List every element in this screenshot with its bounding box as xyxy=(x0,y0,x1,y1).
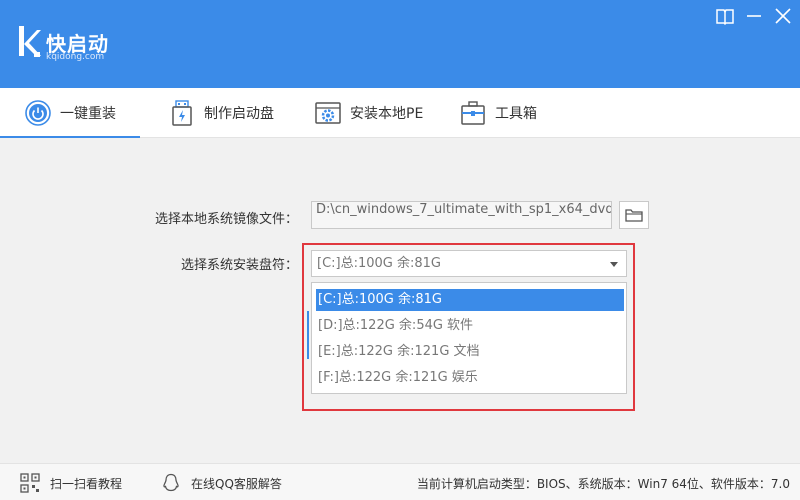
drive-option-d[interactable]: [D:]总:122G 余:54G 软件 xyxy=(316,315,624,337)
tab-label: 制作启动盘 xyxy=(204,106,274,122)
drive-letter-label: 选择系统安装盘符： xyxy=(180,258,298,273)
app-subtitle: kqidong.com xyxy=(46,52,105,62)
status-footer: 扫一扫看教程 在线QQ客服解答 当前计算机启动类型：BIOS、系统版本：Win7… xyxy=(0,463,800,500)
usb-drive-icon xyxy=(172,100,192,126)
focus-indicator xyxy=(307,311,309,359)
title-bar: 快启动 kqidong.com xyxy=(0,0,800,88)
drive-select-value: [C:]总:100G 余:81G xyxy=(317,256,441,271)
browse-folder-button[interactable] xyxy=(619,201,649,229)
scan-tutorial-label: 扫一扫看教程 xyxy=(50,476,123,491)
power-icon xyxy=(25,100,51,126)
skin-icon[interactable] xyxy=(714,5,736,27)
drive-option-c[interactable]: [C:]总:100G 余:81G xyxy=(316,289,624,311)
active-tab-indicator xyxy=(0,136,140,138)
qq-support-link[interactable]: 在线QQ客服解答 xyxy=(161,473,282,493)
toolbox-icon xyxy=(461,101,485,125)
qq-support-label: 在线QQ客服解答 xyxy=(191,476,282,491)
tab-make-boot-disk[interactable]: 制作启动盘 xyxy=(168,88,274,138)
tab-toolbox[interactable]: 工具箱 xyxy=(459,88,537,138)
pe-gear-icon xyxy=(315,102,341,124)
tab-label: 一键重装 xyxy=(60,106,116,122)
tab-bar: 一键重装 制作启动盘 安装本地PE 工具箱 xyxy=(0,88,800,138)
tab-label: 安装本地PE xyxy=(350,106,424,122)
drive-select[interactable]: [C:]总:100G 余:81G xyxy=(311,250,627,277)
app-logo: 快启动 kqidong.com xyxy=(18,26,148,66)
qq-penguin-icon xyxy=(163,473,179,492)
drive-options-list: [C:]总:100G 余:81G [D:]总:122G 余:54G 软件 [E:… xyxy=(311,282,627,394)
qr-code-icon xyxy=(20,473,40,493)
image-path-input[interactable]: D:\cn_windows_7_ultimate_with_sp1_x64_dv… xyxy=(311,201,612,229)
chevron-down-icon xyxy=(610,262,618,267)
system-info-text: 当前计算机启动类型：BIOS、系统版本：Win7 64位、软件版本：7.0 xyxy=(416,477,790,491)
k-logo-icon xyxy=(19,26,41,57)
scan-tutorial-link[interactable]: 扫一扫看教程 xyxy=(20,473,122,493)
folder-icon xyxy=(625,209,643,222)
drive-option-e[interactable]: [E:]总:122G 余:121G 文档 xyxy=(316,341,624,363)
tab-one-key-reinstall[interactable]: 一键重装 xyxy=(24,88,116,138)
tab-label: 工具箱 xyxy=(495,106,537,122)
image-file-label: 选择本地系统镜像文件： xyxy=(154,212,298,227)
close-icon[interactable] xyxy=(772,5,794,27)
minimize-icon[interactable] xyxy=(743,5,765,27)
drive-option-f[interactable]: [F:]总:122G 余:121G 娱乐 xyxy=(316,367,624,389)
tab-install-local-pe[interactable]: 安装本地PE xyxy=(314,88,423,138)
